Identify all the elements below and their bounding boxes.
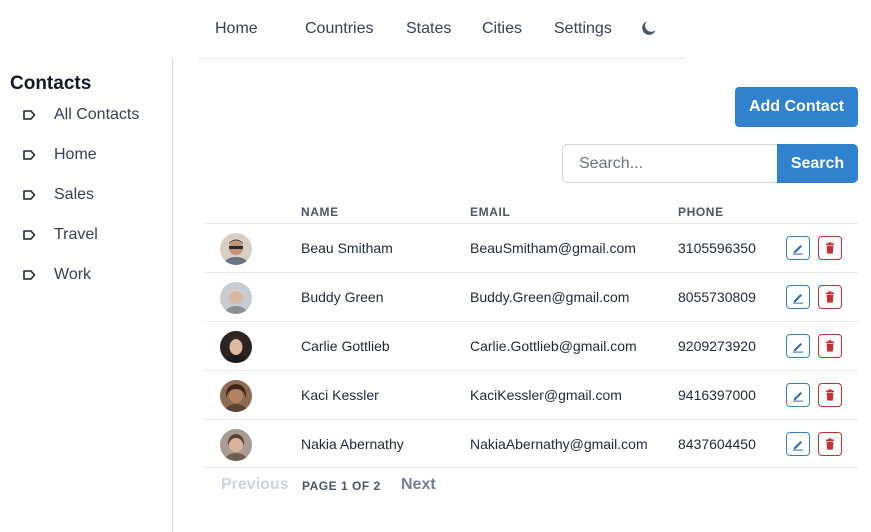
of-word: OF (352, 479, 370, 493)
add-contact-button[interactable]: Add Contact (735, 87, 858, 127)
edit-button[interactable] (786, 432, 810, 456)
trash-icon (826, 438, 834, 450)
search-button[interactable]: Search (777, 144, 858, 183)
table-row: Beau Smitham BeauSmitham@gmail.com 31055… (204, 223, 858, 272)
trash-icon (826, 242, 834, 254)
tag-icon (23, 190, 36, 200)
search-input[interactable] (562, 144, 778, 183)
top-nav: Home Countries States Cities Settings (198, 0, 686, 59)
column-header-name[interactable]: NAME (301, 205, 339, 219)
sidebar-item-label: Home (54, 146, 97, 163)
sidebar-item-home[interactable]: Home (22, 144, 97, 166)
pencil-icon (793, 343, 803, 353)
sidebar-item-travel[interactable]: Travel (22, 224, 98, 246)
tag-icon (23, 150, 36, 160)
contact-email: NakiaAbernathy@gmail.com (470, 436, 648, 452)
contact-email: Carlie.Gottlieb@gmail.com (470, 338, 637, 354)
contact-email: KaciKessler@gmail.com (470, 387, 622, 403)
nav-states[interactable]: States (406, 20, 451, 38)
sidebar-item-work[interactable]: Work (22, 264, 91, 286)
sidebar-item-label: Work (54, 266, 92, 283)
contact-name: Nakia Abernathy (301, 436, 404, 452)
tag-icon (23, 270, 36, 280)
contact-phone: 8437604450 (678, 436, 756, 452)
nav-settings[interactable]: Settings (554, 20, 612, 38)
tag-icon (23, 110, 36, 120)
sidebar-item-label: All Contacts (54, 106, 140, 123)
table-row: Kaci Kessler KaciKessler@gmail.com 94163… (204, 370, 858, 419)
avatar (220, 380, 252, 412)
column-header-email[interactable]: EMAIL (470, 205, 510, 219)
page-word: PAGE (302, 479, 338, 493)
trash-icon (826, 291, 834, 303)
nav-countries[interactable]: Countries (305, 20, 373, 38)
moon-icon[interactable] (638, 19, 658, 39)
trash-icon (826, 389, 834, 401)
table-row: Carlie Gottlieb Carlie.Gottlieb@gmail.co… (204, 321, 858, 370)
avatar (220, 429, 252, 461)
nav-home[interactable]: Home (215, 20, 258, 38)
tag-icon (23, 230, 36, 240)
pencil-icon (793, 392, 803, 402)
contact-phone: 3105596350 (678, 240, 756, 256)
contact-name: Buddy Green (301, 289, 384, 305)
contact-phone: 9416397000 (678, 387, 756, 403)
table-row: Nakia Abernathy NakiaAbernathy@gmail.com… (204, 419, 858, 468)
avatar (220, 282, 252, 314)
pencil-icon (793, 441, 803, 451)
edit-button[interactable] (786, 334, 810, 358)
delete-button[interactable] (818, 432, 842, 456)
contact-email: BeauSmitham@gmail.com (470, 240, 636, 256)
avatar (220, 331, 252, 363)
sidebar-item-all-contacts[interactable]: All Contacts (22, 104, 139, 126)
edit-button[interactable] (786, 383, 810, 407)
delete-button[interactable] (818, 285, 842, 309)
sidebar-title: Contacts (10, 73, 92, 94)
trash-icon (826, 340, 834, 352)
contact-name: Carlie Gottlieb (301, 338, 390, 354)
sidebar-item-label: Travel (54, 226, 98, 243)
sidebar: Contacts All Contacts Home Sales Travel … (0, 59, 173, 532)
edit-button[interactable] (786, 285, 810, 309)
sidebar-item-sales[interactable]: Sales (22, 184, 94, 206)
contact-name: Beau Smitham (301, 240, 393, 256)
edit-button[interactable] (786, 236, 810, 260)
sidebar-item-label: Sales (54, 186, 95, 203)
table-row: Buddy Green Buddy.Green@gmail.com 805573… (204, 272, 858, 321)
current-page: 1 (340, 479, 349, 493)
previous-page-button[interactable]: Previous (221, 476, 289, 494)
next-page-button[interactable]: Next (401, 476, 436, 494)
avatar (220, 233, 252, 265)
nav-cities[interactable]: Cities (482, 20, 522, 38)
column-header-phone[interactable]: PHONE (678, 205, 724, 219)
delete-button[interactable] (818, 334, 842, 358)
contact-email: Buddy.Green@gmail.com (470, 289, 630, 305)
pencil-icon (793, 245, 803, 255)
page-indicator: PAGE 1 OF 2 (302, 479, 381, 493)
delete-button[interactable] (818, 383, 842, 407)
contact-name: Kaci Kessler (301, 387, 379, 403)
contact-phone: 9209273920 (678, 338, 756, 354)
delete-button[interactable] (818, 236, 842, 260)
total-pages: 2 (373, 479, 381, 493)
contact-phone: 8055730809 (678, 289, 756, 305)
pencil-icon (793, 294, 803, 304)
